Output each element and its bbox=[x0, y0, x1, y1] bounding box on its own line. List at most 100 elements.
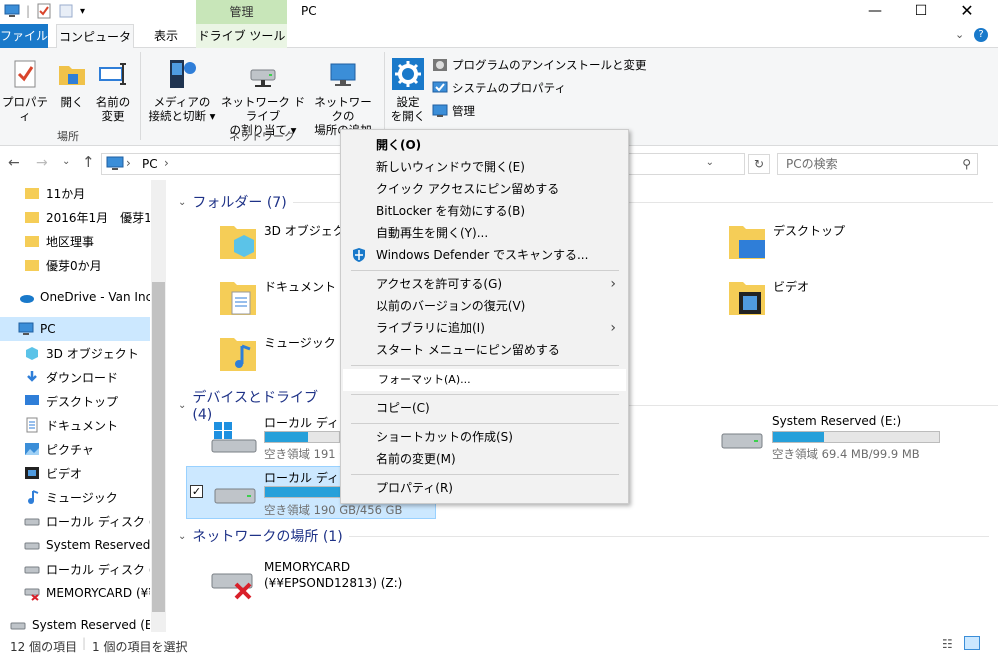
nav-item[interactable]: 優芽0か月 bbox=[0, 253, 150, 277]
map-network-drive-button[interactable]: ネットワーク ドライブ の割り当て ▾ bbox=[216, 58, 310, 137]
menu-item-open-new-window[interactable]: 新しいウィンドウで開く(E) bbox=[341, 156, 628, 178]
menu-item-create-shortcut[interactable]: ショートカットの作成(S) bbox=[341, 426, 628, 448]
3d-objects-icon bbox=[26, 347, 38, 360]
address-dropdown-icon[interactable]: ⌄ bbox=[706, 157, 714, 168]
nav-item-label: System Reserved (E:) bbox=[32, 618, 150, 632]
open-button[interactable]: 開く bbox=[54, 58, 90, 109]
manage-contextual-header: 管理 bbox=[196, 0, 287, 24]
chevron-down-icon: ⌄ bbox=[178, 530, 187, 542]
drive-icon bbox=[24, 518, 40, 526]
menu-item-bitlocker[interactable]: BitLocker を有効にする(B) bbox=[341, 200, 628, 222]
tab-view[interactable]: 表示 bbox=[144, 24, 188, 48]
pictures-icon bbox=[25, 443, 39, 455]
menu-item-open[interactable]: 開く(O) bbox=[341, 134, 628, 156]
window-title: PC bbox=[301, 4, 317, 18]
menu-item-restore-versions[interactable]: 以前のバージョンの復元(V) bbox=[341, 295, 628, 317]
folder-icon bbox=[25, 236, 39, 247]
qat-dropdown-icon[interactable]: ▾ bbox=[80, 6, 85, 17]
nav-item[interactable]: ミュージック bbox=[0, 485, 150, 509]
menu-separator bbox=[351, 365, 619, 366]
nav-item[interactable]: OneDrive - Van Inc bbox=[0, 285, 150, 309]
nav-item[interactable]: ローカル ディスク (C:) bbox=[0, 509, 150, 533]
system-properties-button[interactable]: システムのプロパティ bbox=[432, 80, 566, 96]
music-icon bbox=[28, 490, 39, 504]
recent-locations-icon[interactable]: ⌄ bbox=[62, 156, 70, 167]
tab-drive-tools[interactable]: ドライブ ツール bbox=[196, 24, 287, 48]
back-icon[interactable]: ← bbox=[8, 155, 20, 171]
nav-scrollbar-thumb[interactable] bbox=[152, 282, 165, 612]
menu-item-rename[interactable]: 名前の変更(M) bbox=[341, 448, 628, 470]
properties-icon[interactable] bbox=[36, 3, 52, 19]
network-drive-memorycard[interactable]: MEMORYCARD (¥¥EPSOND12813) (Z:) bbox=[210, 558, 450, 604]
section-network-locations[interactable]: ⌄ ネットワークの場所 (1) bbox=[178, 526, 989, 546]
menu-item-defender-scan[interactable]: Windows Defender でスキャンする... bbox=[341, 244, 628, 266]
drive-icon bbox=[214, 488, 256, 504]
rename-button[interactable]: 名前の 変更 bbox=[94, 58, 132, 123]
nav-item-label: OneDrive - Van Inc bbox=[40, 290, 150, 304]
menu-separator bbox=[351, 394, 619, 395]
details-view-icon[interactable]: ☷ bbox=[942, 637, 953, 651]
tab-computer[interactable]: コンピューター bbox=[56, 24, 134, 68]
computer-icon[interactable] bbox=[4, 3, 20, 19]
menu-item-pin-quick-access[interactable]: クイック アクセスにピン留めする bbox=[341, 178, 628, 200]
nav-item[interactable]: ダウンロード bbox=[0, 365, 150, 389]
folder-3d-objects[interactable]: 3D オブジェクト bbox=[218, 222, 357, 262]
tab-file[interactable]: ファイル bbox=[0, 24, 48, 48]
nav-item[interactable]: MEMORYCARD (¥¥EPSOND12813) bbox=[0, 581, 150, 605]
nav-item[interactable]: ビデオ bbox=[0, 461, 150, 485]
drive-system-reserved-e[interactable]: System Reserved (E:) 空き領域 69.4 MB/99.9 M… bbox=[718, 412, 948, 462]
search-input[interactable]: PCの検索 bbox=[786, 157, 838, 171]
desktop-folder-icon bbox=[729, 226, 765, 259]
nav-item-label: ローカル ディスク (F:) bbox=[46, 562, 150, 577]
properties-icon bbox=[14, 60, 36, 88]
nav-item[interactable]: ドキュメント bbox=[0, 413, 150, 437]
close-button[interactable]: ✕ bbox=[944, 0, 990, 24]
refresh-icon[interactable]: ↻ bbox=[748, 154, 770, 174]
menu-item-copy[interactable]: コピー(C) bbox=[341, 397, 628, 419]
menu-item-properties[interactable]: プロパティ(R) bbox=[341, 477, 628, 499]
collapse-ribbon-icon[interactable]: ⌄ bbox=[955, 28, 964, 41]
selection-checkbox[interactable]: ✓ bbox=[190, 485, 203, 498]
nav-item[interactable]: 3D オブジェクト bbox=[0, 341, 150, 365]
large-icons-view-icon[interactable] bbox=[964, 636, 980, 650]
forward-icon[interactable]: → bbox=[36, 155, 48, 171]
up-icon[interactable]: ↑ bbox=[82, 153, 95, 171]
menu-item-format[interactable]: フォーマット(A)... bbox=[343, 369, 626, 391]
new-folder-icon[interactable] bbox=[58, 3, 74, 19]
item-count: 12 個の項目 bbox=[10, 640, 78, 654]
minimize-button[interactable]: — bbox=[852, 0, 898, 24]
manage-button[interactable]: 管理 bbox=[432, 103, 475, 119]
ribbon-separator bbox=[384, 52, 385, 140]
nav-item[interactable]: System Reserved (E:) bbox=[0, 533, 150, 557]
nav-item[interactable]: 11か月 bbox=[0, 181, 150, 205]
disconnected-network-drive-icon bbox=[211, 573, 253, 600]
search-box[interactable]: PCの検索 ⚲ bbox=[777, 153, 978, 175]
uninstall-program-button[interactable]: プログラムのアンインストールと変更 bbox=[432, 57, 646, 73]
menu-separator bbox=[351, 423, 619, 424]
maximize-button[interactable]: ☐ bbox=[898, 0, 944, 24]
menu-item-autoplay[interactable]: 自動再生を開く(Y)... bbox=[341, 222, 628, 244]
menu-item-give-access[interactable]: アクセスを許可する(G) › bbox=[341, 273, 628, 295]
folder-music[interactable]: ミュージック bbox=[218, 334, 336, 374]
nav-item[interactable]: PC bbox=[0, 317, 150, 341]
nav-item[interactable]: 地区理事 bbox=[0, 229, 150, 253]
video-icon bbox=[25, 467, 39, 479]
separator: | bbox=[26, 4, 31, 18]
media-connect-button[interactable]: メディアの 接続と切断 ▾ bbox=[146, 58, 218, 123]
menu-item-add-to-library[interactable]: ライブラリに追加(I) › bbox=[341, 317, 628, 339]
breadcrumb-pc[interactable]: PC bbox=[142, 157, 158, 171]
nav-item[interactable]: ピクチャ bbox=[0, 437, 150, 461]
help-icon[interactable]: ? bbox=[974, 28, 988, 42]
nav-item[interactable]: 2016年1月 優芽10 bbox=[0, 205, 150, 229]
nav-item[interactable]: デスクトップ bbox=[0, 389, 150, 413]
folder-videos[interactable]: ビデオ bbox=[727, 278, 809, 318]
properties-button[interactable]: プロパティ bbox=[2, 58, 48, 123]
folder-desktop[interactable]: デスクトップ bbox=[727, 222, 845, 262]
context-menu: 開く(O) 新しいウィンドウで開く(E) クイック アクセスにピン留めする Bi… bbox=[340, 129, 629, 504]
open-settings-button[interactable]: 設定 を開く bbox=[388, 58, 428, 123]
folder-icon bbox=[25, 188, 39, 199]
folder-documents[interactable]: ドキュメント bbox=[218, 278, 336, 318]
add-network-location-button[interactable]: ネットワークの 場所の追加 bbox=[310, 58, 376, 137]
menu-item-pin-start[interactable]: スタート メニューにピン留めする bbox=[341, 339, 628, 361]
nav-item[interactable]: ローカル ディスク (F:) bbox=[0, 557, 150, 581]
